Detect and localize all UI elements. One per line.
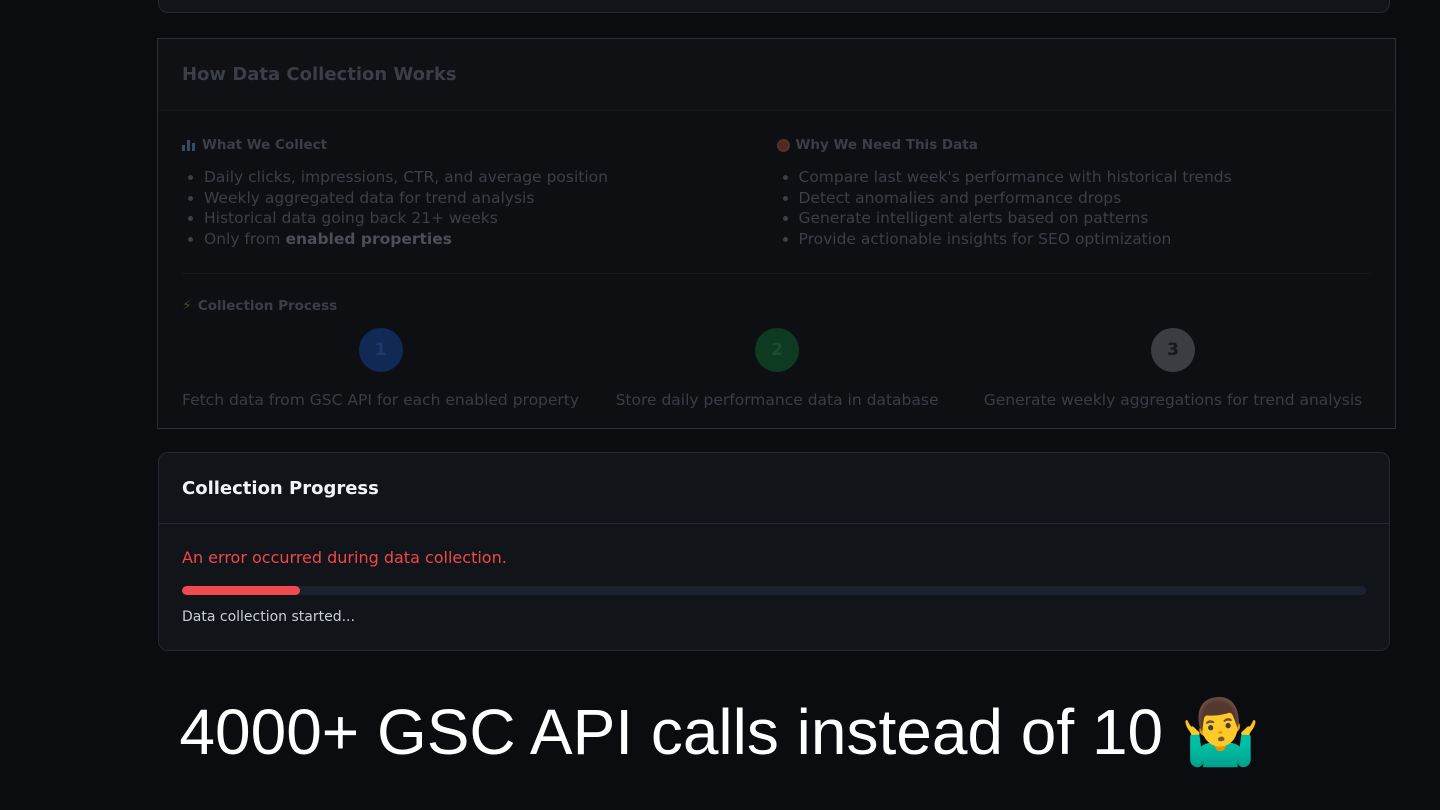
caption-text: 4000+ GSC API calls instead of 10: [179, 696, 1164, 768]
panel-title: How Data Collection Works: [182, 64, 457, 85]
panel-header: How Data Collection Works: [158, 39, 1395, 111]
list-item: Only from enabled properties: [204, 229, 777, 250]
what-we-collect-section: What We Collect Daily clicks, impression…: [182, 111, 777, 273]
step-number-badge: 1: [358, 328, 403, 372]
how-data-collection-works-panel: How Data Collection Works What We Collec…: [157, 38, 1396, 429]
step-description: Generate weekly aggregations for trend a…: [983, 391, 1363, 409]
step-description: Store daily performance data in database: [615, 391, 939, 409]
target-icon: [776, 138, 790, 152]
progress-bar-fill: [182, 586, 301, 595]
step-description: Fetch data from GSC API for each enabled…: [182, 391, 580, 409]
status-message: Data collection started...: [182, 609, 355, 625]
process-step-1: 1 Fetch data from GSC API for each enabl…: [182, 328, 579, 409]
step-number-badge: 3: [1151, 328, 1195, 372]
shrug-emoji-icon: 🤷‍♂️: [1180, 696, 1261, 768]
collection-progress-card: Collection Progress An error occurred du…: [158, 452, 1390, 651]
page: How Data Collection Works What We Collec…: [0, 0, 1440, 810]
card-title: Collection Progress: [182, 477, 379, 499]
lightning-icon: ⚡: [182, 298, 192, 314]
enabled-properties-emphasis: enabled properties: [285, 229, 452, 248]
bar-chart-icon: [182, 139, 196, 151]
list-item: Provide actionable insights for SEO opti…: [799, 229, 1372, 250]
previous-card: [158, 0, 1390, 13]
list-item: Daily clicks, impressions, CTR, and aver…: [204, 167, 777, 188]
collection-process-heading: Collection Process: [197, 298, 338, 314]
why-we-need-section: Why We Need This Data Compare last week'…: [776, 111, 1372, 273]
video-caption: 4000+ GSC API calls instead of 10 🤷‍♂️: [0, 692, 1440, 772]
what-we-collect-heading: What We Collect: [202, 137, 328, 153]
collection-process-section: ⚡ Collection Process 1 Fetch data from G…: [182, 274, 1371, 409]
progress-bar: [182, 586, 1366, 595]
list-item: Compare last week's performance with his…: [799, 167, 1372, 188]
step-number-badge: 2: [755, 328, 800, 372]
list-item: Weekly aggregated data for trend analysi…: [204, 188, 777, 209]
process-step-2: 2 Store daily performance data in databa…: [579, 328, 975, 409]
list-item: Detect anomalies and performance drops: [799, 188, 1372, 209]
why-we-need-heading: Why We Need This Data: [795, 137, 978, 153]
process-step-3: 3 Generate weekly aggregations for trend…: [975, 328, 1371, 409]
error-message: An error occurred during data collection…: [182, 548, 507, 567]
list-item: Historical data going back 21+ weeks: [204, 208, 777, 229]
list-item: Generate intelligent alerts based on pat…: [799, 208, 1372, 229]
